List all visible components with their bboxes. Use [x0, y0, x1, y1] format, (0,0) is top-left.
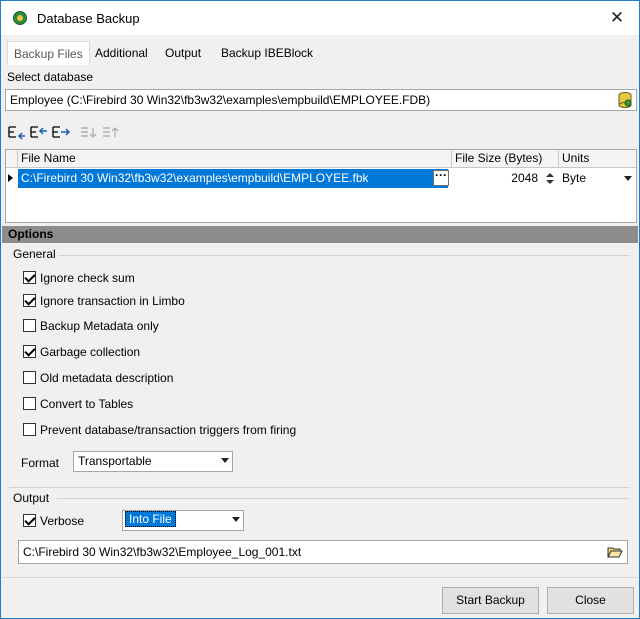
- close-button[interactable]: Close: [547, 587, 634, 614]
- metadata-only-label: Backup Metadata only: [40, 319, 159, 333]
- tab-backup-files[interactable]: Backup Files: [7, 41, 90, 65]
- ignore-limbo-checkbox[interactable]: [23, 294, 36, 307]
- ignore-checksum-checkbox[interactable]: [23, 271, 36, 284]
- select-database-value: Employee (C:\Firebird 30 Win32\fb3w32\ex…: [10, 93, 431, 107]
- footer-separator: [2, 577, 638, 578]
- general-group-label: General: [13, 247, 56, 261]
- select-database-combo[interactable]: Employee (C:\Firebird 30 Win32\fb3w32\ex…: [5, 89, 637, 111]
- verbose-mode-select[interactable]: Into File: [122, 510, 244, 531]
- convert-tables-checkbox[interactable]: [23, 397, 36, 410]
- tab-output[interactable]: Output: [159, 41, 207, 65]
- window-title: Database Backup: [37, 11, 140, 26]
- open-folder-icon[interactable]: [607, 544, 623, 560]
- grid-header: File Name File Size (Bytes) Units: [6, 150, 636, 168]
- column-units[interactable]: Units: [559, 150, 636, 168]
- prevent-triggers-label: Prevent database/transaction triggers fr…: [40, 423, 297, 437]
- prevent-triggers-checkbox[interactable]: [23, 423, 36, 436]
- general-group-bottom: [9, 487, 629, 488]
- insert-file-icon[interactable]: [29, 123, 49, 143]
- units-cell[interactable]: Byte: [559, 169, 634, 188]
- options-header: Options: [2, 226, 638, 243]
- chevron-down-icon[interactable]: [221, 458, 229, 463]
- verbose-checkbox[interactable]: [23, 514, 36, 527]
- format-label: Format: [21, 456, 60, 470]
- output-file-path: C:\Firebird 30 Win32\fb3w32\Employee_Log…: [23, 545, 302, 559]
- garbage-collection-label: Garbage collection: [40, 345, 141, 359]
- column-file-size[interactable]: File Size (Bytes): [452, 150, 559, 168]
- metadata-only-checkbox[interactable]: [23, 319, 36, 332]
- grid-corner: [6, 150, 18, 168]
- move-down-icon[interactable]: [79, 123, 99, 143]
- garbage-collection-checkbox[interactable]: [23, 345, 36, 358]
- ignore-limbo-label: Ignore transaction in Limbo: [40, 294, 185, 308]
- convert-tables-label: Convert to Tables: [40, 397, 134, 411]
- verbose-label: Verbose: [40, 514, 85, 528]
- database-backup-window: Database Backup ✕ Backup Files Additiona…: [0, 0, 640, 619]
- chevron-down-icon[interactable]: [232, 517, 240, 522]
- browse-file-button[interactable]: ···: [433, 169, 449, 186]
- database-icon[interactable]: [618, 92, 632, 108]
- move-up-icon[interactable]: [101, 123, 121, 143]
- verbose-mode-value: Into File: [125, 511, 176, 527]
- units-value: Byte: [562, 171, 587, 185]
- start-backup-button[interactable]: Start Backup: [442, 587, 539, 614]
- select-database-label: Select database: [7, 70, 94, 84]
- close-window-button[interactable]: ✕: [595, 1, 639, 35]
- add-file-icon[interactable]: [7, 123, 27, 143]
- size-spinner-icon[interactable]: [543, 170, 557, 187]
- tab-additional[interactable]: Additional: [89, 41, 154, 65]
- output-file-field[interactable]: C:\Firebird 30 Win32\fb3w32\Employee_Log…: [18, 540, 628, 564]
- output-group-label: Output: [13, 491, 50, 505]
- table-row[interactable]: C:\Firebird 30 Win32\fb3w32\examples\emp…: [6, 169, 636, 188]
- chevron-down-icon[interactable]: [624, 176, 632, 181]
- column-file-name[interactable]: File Name: [18, 150, 452, 168]
- general-group-line: [59, 255, 629, 256]
- format-select[interactable]: Transportable: [73, 451, 233, 472]
- output-group-line: [57, 498, 629, 499]
- file-size-cell[interactable]: 2048: [452, 169, 542, 188]
- app-icon: [13, 11, 27, 25]
- format-value: Transportable: [78, 454, 152, 468]
- old-metadata-checkbox[interactable]: [23, 371, 36, 384]
- title-bar: Database Backup ✕: [1, 1, 639, 35]
- backup-files-grid: File Name File Size (Bytes) Units C:\Fir…: [5, 149, 637, 223]
- tab-backup-ibeblock[interactable]: Backup IBEBlock: [215, 41, 319, 65]
- ignore-checksum-label: Ignore check sum: [40, 271, 135, 285]
- file-name-cell[interactable]: C:\Firebird 30 Win32\fb3w32\examples\emp…: [18, 169, 448, 188]
- row-indicator-icon: [8, 174, 13, 182]
- old-metadata-label: Old metadata description: [40, 371, 174, 385]
- tab-bar: Backup Files Additional Output Backup IB…: [5, 41, 637, 65]
- append-file-icon[interactable]: [51, 123, 71, 143]
